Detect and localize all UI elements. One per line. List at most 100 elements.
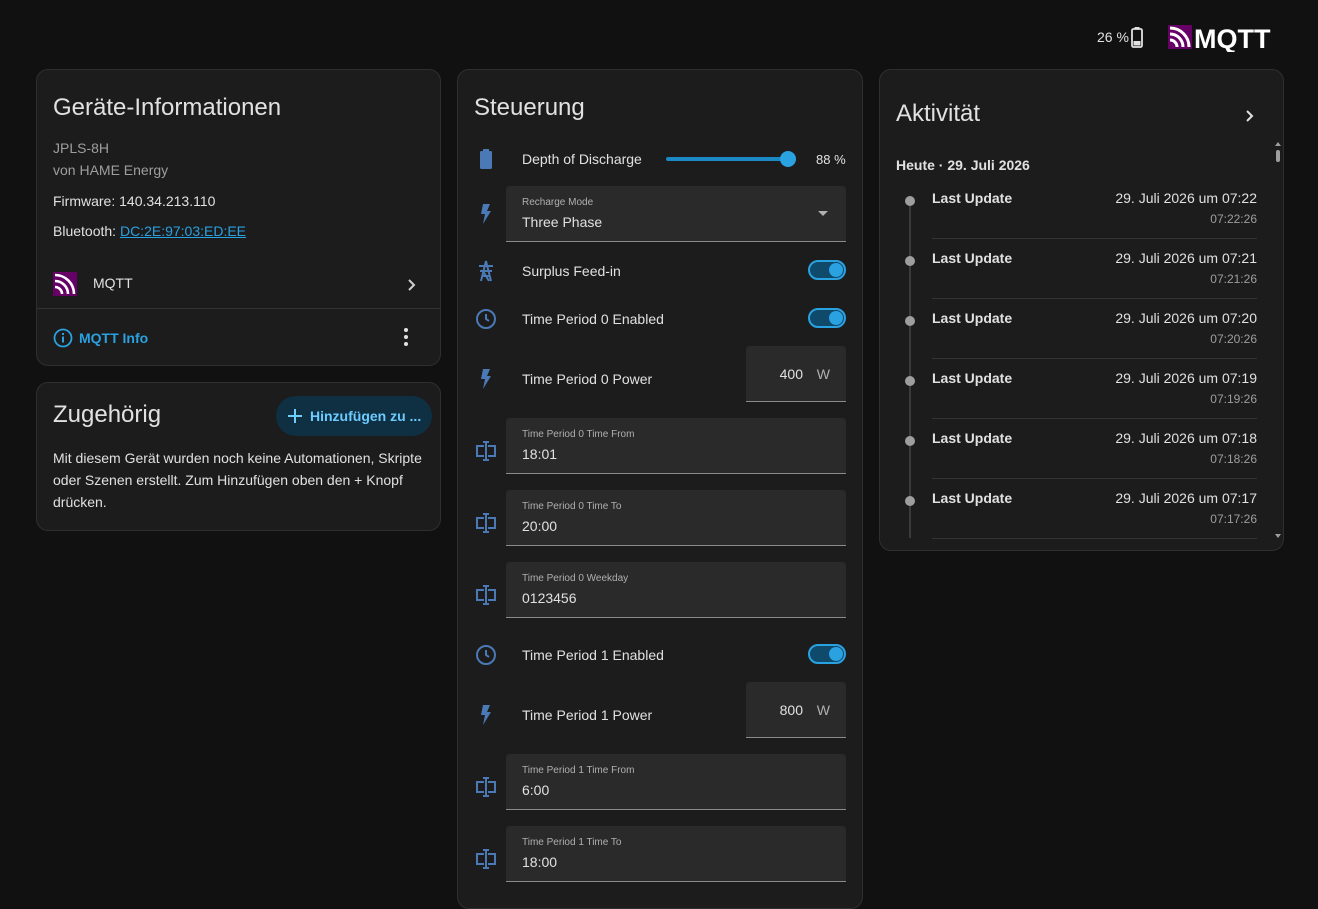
activity-item-time: 07:21:26 [1210,272,1257,286]
divider [932,298,1257,299]
dod-slider[interactable] [666,157,788,161]
tp0-time-to-label: Time Period 0 Time To [522,501,622,512]
toggle-knob [829,311,843,325]
tp0-power-unit: W [816,366,830,382]
tp1-power-value: 800 [779,702,803,718]
battery-icon [1131,27,1143,48]
divider [932,478,1257,479]
divider [932,418,1257,419]
tp0-enabled-toggle[interactable] [808,308,846,328]
chevron-right-icon[interactable] [1244,106,1256,126]
activity-item-name: Last Update [932,490,1013,506]
activity-item[interactable]: Last Update 29. Juli 2026 um 07:21 07:21… [880,246,1283,306]
recharge-mode-select[interactable]: Recharge Mode Three Phase [506,186,846,242]
tp0-time-from-label: Time Period 0 Time From [522,429,635,440]
divider [932,238,1257,239]
activity-title: Aktivität [896,100,981,127]
activity-item-time: 07:20:26 [1210,332,1257,346]
activity-item[interactable]: Last Update 29. Juli 2026 um 07:19 07:19… [880,366,1283,426]
recharge-mode-label: Recharge Mode [522,197,594,208]
tp0-weekday-label: Time Period 0 Weekday [522,573,629,584]
activity-card: Aktivität Heute · 29. Juli 2026 Last Upd… [879,69,1284,551]
mqtt-icon [53,272,77,296]
tp1-time-to-label: Time Period 1 Time To [522,837,622,848]
more-menu-icon[interactable] [404,328,408,346]
tp1-power-unit: W [816,702,830,718]
tp1-power-input[interactable]: 800 W [746,682,846,738]
dod-value: 88 % [816,152,846,167]
dod-slider-handle[interactable] [780,151,796,167]
mqtt-info-label: MQTT Info [79,330,149,346]
add-to-label: Hinzufügen zu ... [310,408,422,424]
battery-level: 26 % [1097,29,1129,45]
device-info-title: Geräte-Informationen [53,94,282,121]
tp1-time-from-field[interactable]: Time Period 1 Time From 6:00 [506,754,846,810]
mqtt-logo-text: MQTT [1194,24,1271,52]
toggle-knob [829,647,843,661]
tp0-weekday-field[interactable]: Time Period 0 Weekday 0123456 [506,562,846,618]
activity-item[interactable]: Last Update 29. Juli 2026 um 07:18 07:18… [880,426,1283,486]
clock-icon [476,645,496,665]
divider [932,538,1257,539]
activity-item-date: 29. Juli 2026 um 07:22 [1115,190,1257,206]
flash-icon [481,369,491,389]
related-title: Zugehörig [53,401,162,428]
timeline-dot [905,316,915,326]
battery-icon [480,149,492,169]
activity-item[interactable]: Last Update 29. Juli 2026 um 07:22 07:22… [880,186,1283,246]
clock-icon [476,309,496,329]
text-field-icon [476,777,496,797]
activity-item-date: 29. Juli 2026 um 07:20 [1115,310,1257,326]
plus-icon [288,409,302,423]
device-manufacturer: von HAME Energy [53,162,169,178]
timeline-dot [905,436,915,446]
timeline-dot [905,496,915,506]
surplus-label: Surplus Feed-in [522,263,621,279]
tp0-enabled-label: Time Period 0 Enabled [522,311,664,327]
activity-item-time: 07:17:26 [1210,512,1257,526]
bluetooth-link[interactable]: DC:2E:97:03:ED:EE [120,223,246,239]
tp1-time-from-label: Time Period 1 Time From [522,765,635,776]
device-info-card: Geräte-Informationen JPLS-8H von HAME En… [36,69,441,366]
mqtt-logo: MQTT [1168,24,1271,52]
bluetooth-label: Bluetooth: [53,223,117,239]
tp1-time-from-value: 6:00 [522,782,550,798]
tp1-enabled-toggle[interactable] [808,644,846,664]
activity-scrollbar[interactable] [1274,140,1282,540]
timeline-dot [905,376,915,386]
tp0-time-to-value: 20:00 [522,518,558,534]
dropdown-caret-icon [818,211,828,216]
tp0-power-input[interactable]: 400 W [746,346,846,402]
text-field-icon [476,441,496,461]
related-card: Zugehörig Hinzufügen zu ... Mit diesem G… [36,382,441,531]
activity-item-time: 07:19:26 [1210,392,1257,406]
tp0-power-label: Time Period 0 Power [522,371,653,387]
activity-item-date: 29. Juli 2026 um 07:17 [1115,490,1257,506]
device-model: JPLS-8H [53,140,110,156]
mqtt-info-button[interactable]: MQTT Info [53,327,148,349]
activity-item-name: Last Update [932,310,1013,326]
tp0-time-from-field[interactable]: Time Period 0 Time From 18:01 [506,418,846,474]
activity-item-time: 07:22:26 [1210,212,1257,226]
dod-label: Depth of Discharge [522,151,642,167]
control-card: Steuerung Depth of Discharge 88 % Rechar… [457,69,863,909]
mqtt-integration-row[interactable]: MQTT [37,262,440,308]
top-bar: 26 % MQTT [0,0,1318,70]
surplus-toggle[interactable] [808,260,846,280]
activity-item[interactable]: Last Update 29. Juli 2026 um 07:17 07:17… [880,486,1283,546]
activity-item-name: Last Update [932,430,1013,446]
activity-item-name: Last Update [932,250,1013,266]
tp1-time-to-field[interactable]: Time Period 1 Time To 18:00 [506,826,846,882]
divider [37,308,440,309]
related-description: Mit diesem Gerät wurden noch keine Autom… [53,450,422,510]
info-icon [53,328,73,348]
tp0-weekday-value: 0123456 [522,590,577,606]
activity-item-date: 29. Juli 2026 um 07:19 [1115,370,1257,386]
flash-icon [481,204,491,224]
add-to-button[interactable]: Hinzufügen zu ... [276,396,432,436]
text-field-icon [476,513,496,533]
flash-icon [481,705,491,725]
tp1-power-label: Time Period 1 Power [522,707,653,723]
tp0-time-to-field[interactable]: Time Period 0 Time To 20:00 [506,490,846,546]
activity-item[interactable]: Last Update 29. Juli 2026 um 07:20 07:20… [880,306,1283,366]
